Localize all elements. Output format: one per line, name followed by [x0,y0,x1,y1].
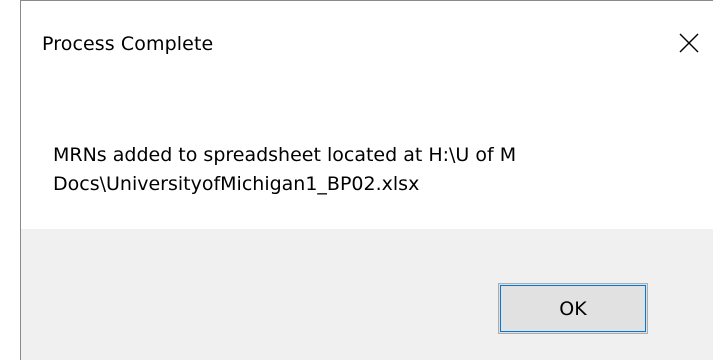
dialog-content: MRNs added to spreadsheet located at H:\… [21,89,713,229]
dialog-message: MRNs added to spreadsheet located at H:\… [53,144,517,195]
ok-button[interactable]: OK [498,283,648,334]
close-button[interactable] [665,21,713,67]
dialog-title: Process Complete [42,33,214,55]
close-icon [679,33,699,53]
process-complete-dialog: Process Complete MRNs added to spreadshe… [20,0,713,360]
title-bar: Process Complete [21,1,713,89]
dialog-footer: OK [21,229,713,360]
